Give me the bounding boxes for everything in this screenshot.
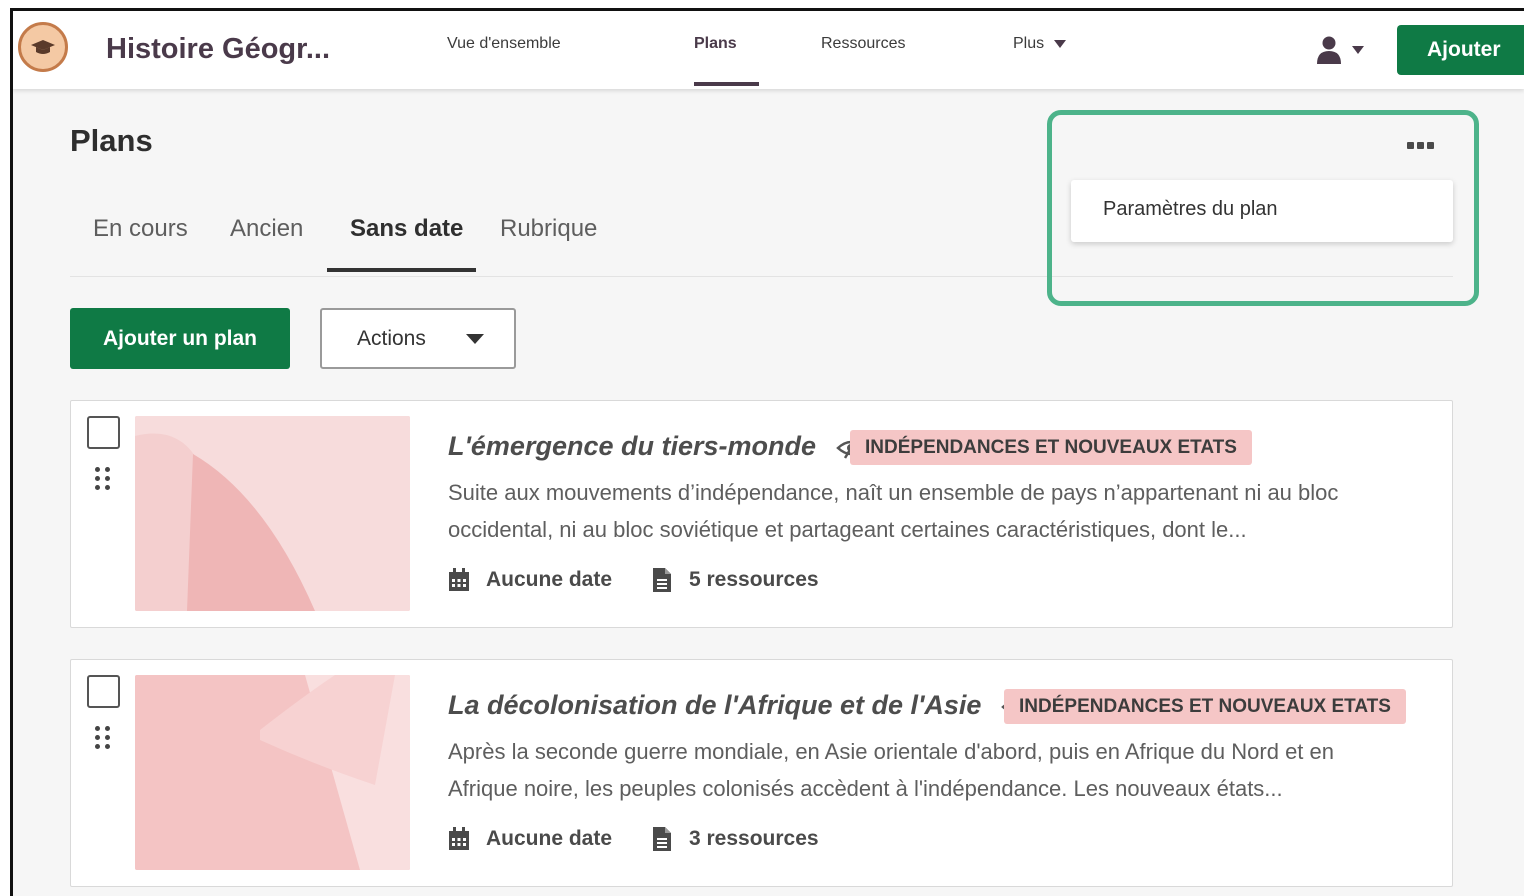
tab-undated[interactable]: Sans date	[350, 215, 463, 243]
plan-title[interactable]: L'émergence du tiers-monde	[448, 431, 866, 462]
nav-more[interactable]: Plus	[1013, 35, 1067, 53]
nav-more-label: Plus	[1013, 35, 1045, 52]
options-menu: Paramètres du plan	[1071, 180, 1453, 242]
more-options-icon[interactable]	[1407, 137, 1441, 153]
page-title: Plans	[70, 123, 153, 158]
document-icon	[653, 827, 671, 851]
plan-resources-text: 5 ressources	[689, 568, 819, 591]
nav-plans[interactable]: Plans	[694, 35, 737, 53]
menu-item-plan-settings[interactable]: Paramètres du plan	[1103, 198, 1278, 221]
plan-description: Après la seconde guerre mondiale, en Asi…	[448, 739, 1334, 801]
plan-title-text: L'émergence du tiers-monde	[448, 431, 817, 461]
chevron-down-icon	[1352, 46, 1364, 54]
tab-current[interactable]: En cours	[93, 215, 188, 243]
document-icon	[653, 568, 671, 592]
plan-card[interactable]: La décolonisation de l'Afrique et de l'A…	[70, 659, 1453, 887]
plan-thumbnail[interactable]	[135, 675, 410, 870]
plan-date: Aucune date	[448, 827, 612, 851]
plan-title-text: La décolonisation de l'Afrique et de l'A…	[448, 690, 982, 720]
actions-label: Actions	[357, 326, 426, 350]
nav-overview[interactable]: Vue d'ensemble	[447, 35, 561, 53]
select-checkbox[interactable]	[87, 675, 120, 708]
drag-handle-icon[interactable]	[93, 726, 113, 754]
app-frame: Histoire Géogr... Vue d'ensemble Plans R…	[10, 8, 1524, 896]
plan-description: Suite aux mouvements d’indépendance, naî…	[448, 480, 1339, 542]
plan-resources-text: 3 ressources	[689, 827, 819, 850]
plan-date: Aucune date	[448, 568, 612, 592]
tab-active-indicator	[327, 268, 476, 272]
topic-tag: INDÉPENDANCES ET NOUVEAUX ETATS	[850, 430, 1252, 465]
course-title[interactable]: Histoire Géogr...	[106, 33, 330, 66]
add-button[interactable]: Ajouter	[1397, 25, 1524, 75]
tab-old[interactable]: Ancien	[230, 215, 303, 243]
user-icon	[1317, 36, 1341, 64]
select-checkbox[interactable]	[87, 416, 120, 449]
nav-active-indicator	[694, 82, 759, 86]
plan-resources: 3 ressources	[651, 827, 819, 851]
topic-tag: INDÉPENDANCES ET NOUVEAUX ETATS	[1004, 689, 1406, 724]
top-navbar: Histoire Géogr... Vue d'ensemble Plans R…	[13, 11, 1524, 89]
nav-resources[interactable]: Ressources	[821, 35, 905, 53]
user-menu-button[interactable]	[1316, 35, 1364, 65]
chevron-down-icon	[1054, 39, 1067, 48]
drag-handle-icon[interactable]	[93, 467, 113, 495]
caret-down-icon	[466, 334, 484, 344]
actions-dropdown[interactable]: Actions	[320, 308, 516, 369]
calendar-icon	[449, 568, 469, 591]
graduation-cap-icon[interactable]	[18, 22, 68, 72]
calendar-icon	[449, 827, 469, 850]
plan-date-text: Aucune date	[486, 827, 613, 850]
add-plan-button[interactable]: Ajouter un plan	[70, 308, 290, 369]
tab-section[interactable]: Rubrique	[500, 215, 597, 243]
plan-date-text: Aucune date	[486, 568, 613, 591]
plan-thumbnail[interactable]	[135, 416, 410, 611]
plan-resources: 5 ressources	[651, 568, 819, 592]
plan-card[interactable]: L'émergence du tiers-monde INDÉPENDANCES…	[70, 400, 1453, 628]
plan-title[interactable]: La décolonisation de l'Afrique et de l'A…	[448, 690, 1031, 721]
